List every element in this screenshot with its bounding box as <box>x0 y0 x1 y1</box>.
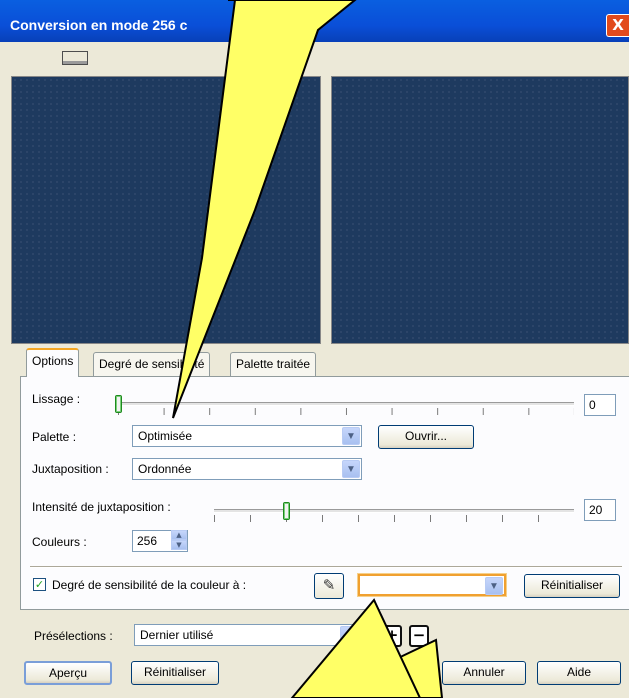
add-preset-button[interactable]: + <box>382 625 402 647</box>
intensite-track[interactable] <box>214 509 574 513</box>
couleurs-spinner[interactable]: ▲ ▼ <box>171 530 187 550</box>
couleurs-label: Couleurs : <box>32 535 87 549</box>
presets-label: Présélections : <box>34 629 113 643</box>
original-preview[interactable] <box>11 76 321 344</box>
palette-label: Palette : <box>32 430 77 444</box>
result-preview[interactable] <box>331 76 629 344</box>
lissage-track[interactable] <box>118 402 574 406</box>
intensite-input[interactable]: 20 <box>584 499 616 521</box>
sensibilite-color-select[interactable]: ▼ <box>358 574 506 596</box>
close-button[interactable]: X <box>606 14 629 37</box>
lissage-label: Lissage : <box>32 392 81 406</box>
juxtaposition-select[interactable]: Ordonnée ▼ <box>132 458 362 480</box>
ouvrir-button[interactable]: Ouvrir... <box>378 425 474 449</box>
sensibilite-label: Degré de sensibilité de la couleur à : <box>52 578 247 592</box>
sensibilite-checkbox[interactable]: ✓ <box>33 578 46 591</box>
intensite-ticks <box>214 515 574 522</box>
spin-down-icon[interactable]: ▼ <box>171 540 187 550</box>
presets-select[interactable]: Dernier utilisé ▼ <box>134 624 360 646</box>
tab-sensibilite[interactable]: Degré de sensibilité <box>93 352 211 376</box>
palette-select[interactable]: Optimisée ▼ <box>132 425 362 447</box>
preview-toggle-icon[interactable] <box>62 51 88 65</box>
ok-button[interactable]: K <box>356 661 430 685</box>
chevron-down-icon: ▼ <box>485 577 503 595</box>
lissage-input[interactable]: 0 <box>584 394 616 416</box>
juxtaposition-label: Juxtaposition : <box>32 462 109 476</box>
palette-value: Optimisée <box>138 429 193 443</box>
annuler-button[interactable]: Annuler <box>442 661 526 685</box>
chevron-down-icon: ▼ <box>340 626 358 644</box>
presets-value: Dernier utilisé <box>140 628 214 642</box>
title-bar[interactable]: Conversion en mode 256 c X <box>0 0 629 42</box>
eyedropper-icon[interactable]: ✎ <box>314 573 344 599</box>
chevron-down-icon: ▼ <box>342 460 360 478</box>
lissage-slider-thumb[interactable] <box>115 395 122 413</box>
remove-preset-button[interactable]: − <box>409 625 429 647</box>
intensite-label: Intensité de juxtaposition : <box>32 500 171 514</box>
tab-sensibilite-label: Degré de sensibilité <box>99 357 205 371</box>
sensibilite-reset-button[interactable]: Réinitialiser <box>524 574 620 598</box>
lissage-ticks <box>118 408 574 415</box>
intensite-slider-thumb[interactable] <box>283 502 290 520</box>
tab-options-label: Options <box>32 354 74 368</box>
chevron-down-icon: ▼ <box>342 427 360 445</box>
reinitialiser-button[interactable]: Réinitialiser <box>131 661 219 685</box>
separator <box>30 566 622 568</box>
aide-button[interactable]: Aide <box>537 661 621 685</box>
ok-button-label: K <box>398 665 407 679</box>
apercu-button[interactable]: Aperçu <box>24 661 112 685</box>
tab-palette-traitee-label: Palette traitée <box>236 357 311 371</box>
close-icon: X <box>612 16 624 34</box>
dialog-window: Conversion en mode 256 c X Options Degré… <box>0 0 629 698</box>
window-title: Conversion en mode 256 c <box>10 17 188 33</box>
juxtaposition-value: Ordonnée <box>138 462 192 476</box>
tab-options[interactable]: Options <box>26 348 80 377</box>
tab-palette-traitee[interactable]: Palette traitée <box>230 352 317 376</box>
spin-up-icon[interactable]: ▲ <box>171 530 187 540</box>
